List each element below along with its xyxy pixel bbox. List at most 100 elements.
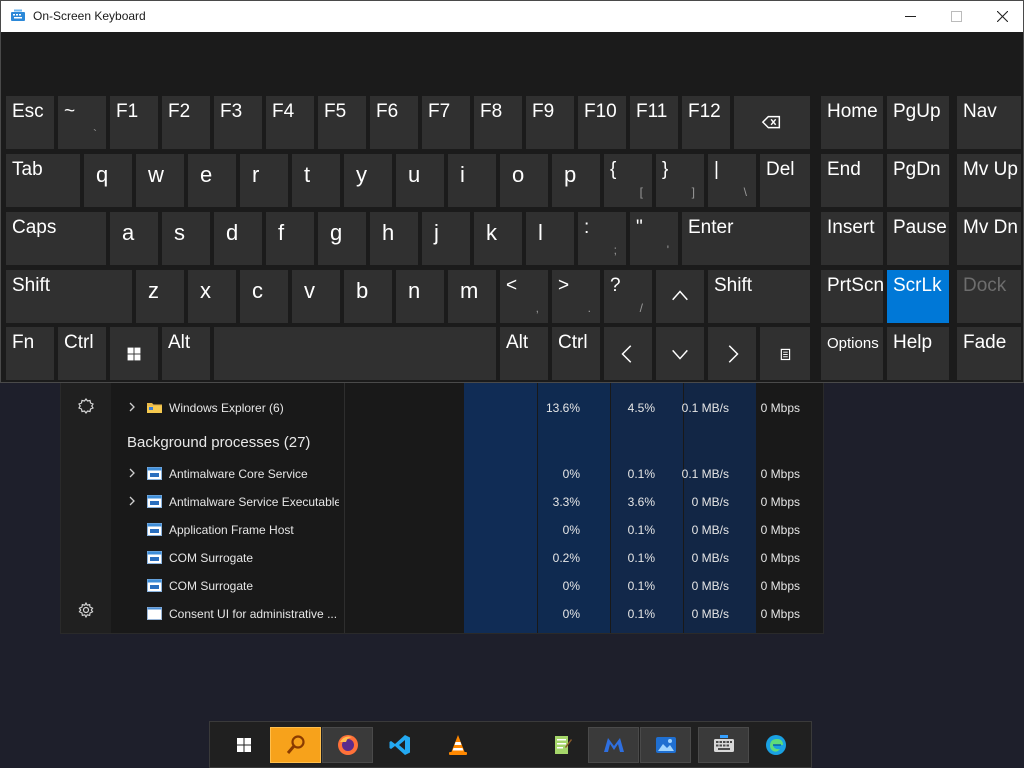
esc-key[interactable]: Esc <box>6 96 54 149</box>
taskbar-malwarebytes[interactable] <box>588 727 639 763</box>
taskbar-photos[interactable] <box>640 727 691 763</box>
f2-key[interactable]: F2 <box>162 96 210 149</box>
tab-key[interactable]: Tab <box>6 154 80 207</box>
taskbar-firefox[interactable] <box>322 727 373 763</box>
insert-key[interactable]: Insert <box>821 212 883 265</box>
e-key[interactable]: e <box>188 154 236 207</box>
services-icon[interactable] <box>77 397 95 415</box>
minimize-button[interactable] <box>887 1 933 32</box>
tilde-key[interactable]: ~ ` <box>58 96 106 149</box>
quote-key[interactable]: " ' <box>630 212 678 265</box>
f4-key[interactable]: F4 <box>266 96 314 149</box>
arrow-left-key[interactable] <box>604 327 652 380</box>
home-key[interactable]: Home <box>821 96 883 149</box>
f7-key[interactable]: F7 <box>422 96 470 149</box>
close-button[interactable] <box>979 1 1024 32</box>
nav-key[interactable]: Nav <box>957 96 1021 149</box>
help-key[interactable]: Help <box>887 327 949 380</box>
i-key[interactable]: i <box>448 154 496 207</box>
n-key[interactable]: n <box>396 270 444 323</box>
f5-key[interactable]: F5 <box>318 96 366 149</box>
k-key[interactable]: k <box>474 212 522 265</box>
taskbar-vlc[interactable] <box>432 727 483 763</box>
scrlk-key[interactable]: ScrLk <box>887 270 949 323</box>
greater-than-key[interactable]: >. <box>552 270 600 323</box>
pgup-key[interactable]: PgUp <box>887 96 949 149</box>
shift-key[interactable]: Shift <box>708 270 810 323</box>
w-key[interactable]: w <box>136 154 184 207</box>
p-key[interactable]: p <box>552 154 600 207</box>
f10-key[interactable]: F10 <box>578 96 626 149</box>
z-key[interactable]: z <box>136 270 184 323</box>
mv-up-key[interactable]: Mv Up <box>957 154 1021 207</box>
arrow-right-key[interactable] <box>708 327 756 380</box>
v-key[interactable]: v <box>292 270 340 323</box>
fade-key[interactable]: Fade <box>957 327 1021 380</box>
f3-key[interactable]: F3 <box>214 96 262 149</box>
process-row[interactable]: Antimalware Service Executable 3.3% 3.6% 0 … <box>111 488 800 516</box>
f1-key[interactable]: F1 <box>110 96 158 149</box>
settings-gear-icon[interactable] <box>77 601 95 619</box>
windows-logo-key[interactable] <box>110 327 158 380</box>
chevron-right-icon[interactable] <box>127 467 137 479</box>
end-key[interactable]: End <box>821 154 883 207</box>
ctrl-key[interactable]: Ctrl <box>58 327 106 380</box>
chevron-right-icon[interactable] <box>127 401 137 413</box>
taskbar-notepad-plus-plus[interactable] <box>536 727 587 763</box>
ctrl-key[interactable]: Ctrl <box>552 327 600 380</box>
taskbar-start-button[interactable] <box>218 727 269 763</box>
j-key[interactable]: j <box>422 212 470 265</box>
process-row[interactable]: COM Surrogate 0% 0.1% 0 MB/s 0 Mbps <box>111 572 800 600</box>
process-row[interactable]: Consent UI for administrative ... 0% 0.1% 0… <box>111 600 800 628</box>
c-key[interactable]: c <box>240 270 288 323</box>
process-row[interactable]: Application Frame Host 0% 0.1% 0 MB/s 0 Mbps <box>111 516 800 544</box>
process-row[interactable]: COM Surrogate 0.2% 0.1% 0 MB/s 0 Mbps <box>111 544 800 572</box>
process-row[interactable]: Windows Explorer (6) 13.6% 4.5% 0.1 MB/s 0 M… <box>111 394 800 422</box>
process-row[interactable]: Antimalware Core Service 0% 0.1% 0.1 MB/s 0 … <box>111 460 800 488</box>
taskbar-vscode[interactable] <box>374 727 425 763</box>
backspace-key[interactable] <box>734 96 810 149</box>
colon-key[interactable]: :; <box>578 212 626 265</box>
f-key[interactable]: f <box>266 212 314 265</box>
f9-key[interactable]: F9 <box>526 96 574 149</box>
d-key[interactable]: d <box>214 212 262 265</box>
r-key[interactable]: r <box>240 154 288 207</box>
spacebar-key[interactable] <box>214 327 496 380</box>
pause-key[interactable]: Pause <box>887 212 949 265</box>
m-key[interactable]: m <box>448 270 496 323</box>
g-key[interactable]: g <box>318 212 366 265</box>
mv-dn-key[interactable]: Mv Dn <box>957 212 1021 265</box>
question-key[interactable]: ? / <box>604 270 652 323</box>
alt-key[interactable]: Alt <box>162 327 210 380</box>
pgdn-key[interactable]: PgDn <box>887 154 949 207</box>
f8-key[interactable]: F8 <box>474 96 522 149</box>
u-key[interactable]: u <box>396 154 444 207</box>
caps-key[interactable]: Caps <box>6 212 106 265</box>
h-key[interactable]: h <box>370 212 418 265</box>
f12-key[interactable]: F12 <box>682 96 730 149</box>
t-key[interactable]: t <box>292 154 340 207</box>
l-key[interactable]: l <box>526 212 574 265</box>
x-key[interactable]: x <box>188 270 236 323</box>
taskbar-search-app[interactable] <box>270 727 321 763</box>
shift-key[interactable]: Shift <box>6 270 132 323</box>
prtscn-key[interactable]: PrtScn <box>821 270 884 323</box>
less-than-key[interactable]: <, <box>500 270 548 323</box>
q-key[interactable]: q <box>84 154 132 207</box>
s-key[interactable]: s <box>162 212 210 265</box>
arrow-down-key[interactable] <box>656 327 704 380</box>
o-key[interactable]: o <box>500 154 548 207</box>
fn-key[interactable]: Fn <box>6 327 54 380</box>
a-key[interactable]: a <box>110 212 158 265</box>
pipe-key[interactable]: | \ <box>708 154 756 207</box>
open-brace-key[interactable]: {[ <box>604 154 652 207</box>
f6-key[interactable]: F6 <box>370 96 418 149</box>
del-key[interactable]: Del <box>760 154 810 207</box>
enter-key[interactable]: Enter <box>682 212 810 265</box>
alt-key[interactable]: Alt <box>500 327 548 380</box>
chevron-right-icon[interactable] <box>127 495 137 507</box>
options-key[interactable]: Options <box>821 327 883 380</box>
close-brace-key[interactable]: }] <box>656 154 704 207</box>
taskbar-edge[interactable] <box>750 727 801 763</box>
taskbar-on-screen-keyboard[interactable] <box>698 727 749 763</box>
